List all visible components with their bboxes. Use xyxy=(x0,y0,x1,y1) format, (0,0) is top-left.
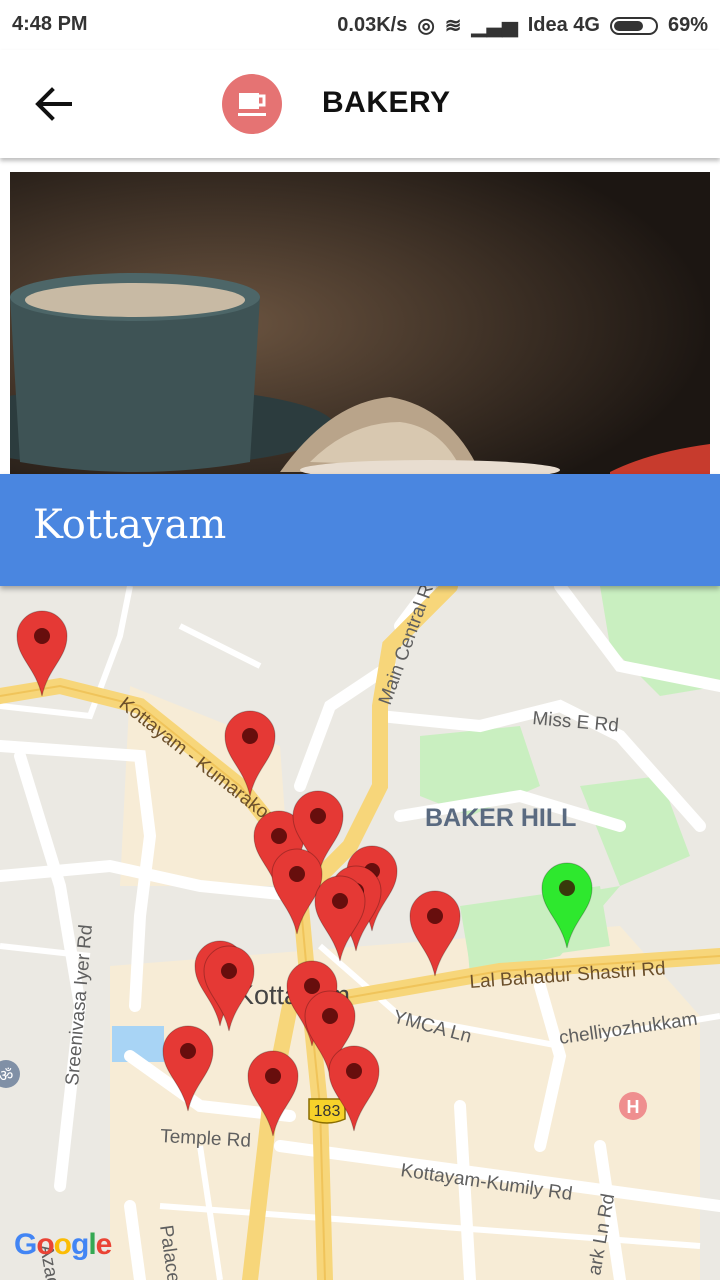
svg-text:ॐ: ॐ xyxy=(0,1066,13,1085)
map-view[interactable]: Main Central Road Kottayam - Kumarakom M… xyxy=(0,586,720,1280)
hero-image xyxy=(10,172,710,476)
om-icon[interactable]: ॐ xyxy=(0,1060,20,1088)
back-button[interactable] xyxy=(30,82,78,126)
signal-icon: ▁▃▅ xyxy=(471,15,518,37)
map-canvas[interactable]: Main Central Road Kottayam - Kumarakom M… xyxy=(0,586,720,1280)
status-time: 4:48 PM xyxy=(12,13,88,35)
battery-icon xyxy=(609,16,658,35)
coffee-and-cake-photo xyxy=(10,172,710,476)
hospital-icon[interactable]: H xyxy=(619,1092,647,1120)
hotspot-icon: ◎ xyxy=(417,15,435,37)
app-bar: BAKERY xyxy=(0,50,720,158)
status-right: 0.03K/s ◎ ≋ ▁▃▅ Idea 4G 69% xyxy=(337,13,708,38)
svg-text:H: H xyxy=(627,1097,640,1117)
network-speed: 0.03K/s xyxy=(337,14,408,36)
label-miss-e-rd: Miss E Rd xyxy=(532,708,620,736)
city-banner: Kottayam xyxy=(0,474,720,586)
arrow-left-icon xyxy=(35,87,72,121)
battery-percent: 69% xyxy=(667,14,708,36)
google-logo: Google xyxy=(14,1228,112,1261)
label-baker-hill: BAKER HILL xyxy=(425,804,576,832)
city-name: Kottayam xyxy=(33,502,227,548)
map-marker[interactable] xyxy=(271,848,323,935)
route-183-shield: 183 xyxy=(308,1098,346,1124)
page-title: BAKERY xyxy=(322,86,451,119)
status-bar: 4:48 PM 0.03K/s ◎ ≋ ▁▃▅ Idea 4G 69% xyxy=(0,0,720,50)
bakery-logo xyxy=(222,74,282,134)
svg-text:183: 183 xyxy=(314,1103,341,1120)
coffee-cup-icon xyxy=(238,93,266,116)
wifi-icon: ≋ xyxy=(444,15,462,37)
carrier-name: Idea 4G xyxy=(527,14,600,36)
